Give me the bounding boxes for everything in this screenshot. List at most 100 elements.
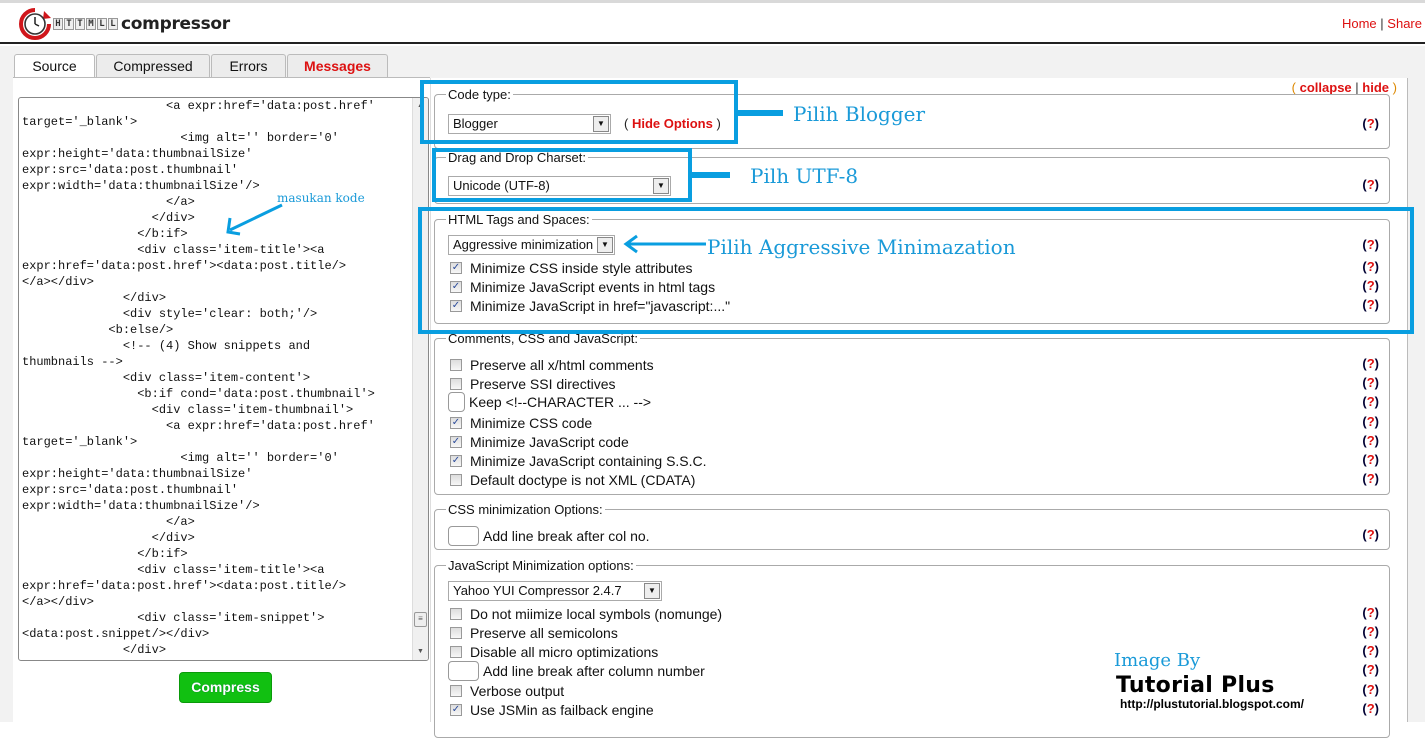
js-line-break-input[interactable] bbox=[448, 661, 479, 681]
checkbox-checked[interactable]: ✓ bbox=[450, 417, 462, 429]
help-icon[interactable]: (?) bbox=[1362, 471, 1379, 486]
help-icon[interactable]: (?) bbox=[1362, 414, 1379, 429]
checkbox-unchecked[interactable] bbox=[450, 474, 462, 486]
dropdown-arrow-icon[interactable]: ▼ bbox=[593, 116, 609, 132]
charset-group: Drag and Drop Charset: Unicode (UTF-8) ▼… bbox=[434, 150, 1390, 204]
source-panel: <a expr:href='data:post.href' target='_b… bbox=[13, 77, 430, 722]
help-icon[interactable]: (?) bbox=[1362, 624, 1379, 639]
top-nav: Home | Share bbox=[1342, 16, 1422, 31]
help-icon[interactable]: (?) bbox=[1362, 605, 1379, 620]
checkbox-unchecked[interactable] bbox=[450, 627, 462, 639]
tab-messages[interactable]: Messages bbox=[287, 54, 388, 77]
help-icon[interactable]: (?) bbox=[1362, 394, 1379, 409]
checkbox-checked[interactable]: ✓ bbox=[450, 436, 462, 448]
checkbox-checked[interactable]: ✓ bbox=[450, 281, 462, 293]
help-icon[interactable]: (?) bbox=[1362, 356, 1379, 371]
css-minimization-group: CSS minimization Options: Add line break… bbox=[434, 502, 1390, 550]
scroll-down-icon[interactable]: ▼ bbox=[413, 644, 428, 660]
options-panel: ( collapse | hide ) Code type: Blogger ▼… bbox=[430, 78, 1408, 738]
help-icon[interactable]: (?) bbox=[1362, 662, 1379, 677]
option-nomunge[interactable]: Do not miimize local symbols (nomunge) bbox=[450, 605, 722, 623]
help-icon[interactable]: (?) bbox=[1362, 259, 1379, 274]
compress-button[interactable]: Compress bbox=[179, 672, 272, 703]
option-label: Add line break after column number bbox=[483, 663, 705, 679]
share-link[interactable]: Share bbox=[1387, 16, 1422, 31]
source-code-textarea[interactable]: <a expr:href='data:post.href' target='_b… bbox=[18, 97, 429, 661]
help-icon[interactable]: (?) bbox=[1362, 116, 1379, 131]
site-header: H T T M L L compressor Home | Share bbox=[0, 3, 1425, 44]
option-doctype-not-xml[interactable]: Default doctype is not XML (CDATA) bbox=[450, 471, 695, 489]
logo-block: M bbox=[86, 18, 96, 30]
option-preserve-comments[interactable]: Preserve all x/html comments bbox=[450, 356, 654, 374]
help-icon[interactable]: (?) bbox=[1362, 237, 1379, 252]
hide-options: ( Hide Options ) bbox=[624, 116, 721, 131]
help-icon[interactable]: (?) bbox=[1362, 375, 1379, 390]
checkbox-unchecked[interactable] bbox=[450, 359, 462, 371]
checkbox-checked[interactable]: ✓ bbox=[450, 704, 462, 716]
checkbox-checked[interactable]: ✓ bbox=[450, 300, 462, 312]
option-minimize-js-href[interactable]: ✓ Minimize JavaScript in href="javascript… bbox=[450, 297, 730, 315]
help-icon[interactable]: (?) bbox=[1362, 452, 1379, 467]
option-label: Minimize CSS inside style attributes bbox=[470, 260, 693, 276]
option-keep-character: Keep <!--CHARACTER ... --> bbox=[448, 392, 651, 412]
help-icon[interactable]: (?) bbox=[1362, 433, 1379, 448]
option-jsmin-fallback[interactable]: ✓ Use JSMin as failback engine bbox=[450, 701, 654, 719]
logo-block: L bbox=[97, 18, 107, 30]
charset-select[interactable]: Unicode (UTF-8) ▼ bbox=[448, 176, 671, 196]
option-disable-micro-opt[interactable]: Disable all micro optimizations bbox=[450, 643, 658, 661]
source-code-text[interactable]: <a expr:href='data:post.href' target='_b… bbox=[19, 98, 411, 658]
home-link[interactable]: Home bbox=[1342, 16, 1377, 31]
dropdown-arrow-icon[interactable]: ▼ bbox=[597, 237, 613, 253]
tab-source[interactable]: Source bbox=[14, 54, 95, 78]
js-compressor-value: Yahoo YUI Compressor 2.4.7 bbox=[453, 583, 622, 598]
option-label: Preserve all semicolons bbox=[470, 625, 618, 641]
html-tags-select[interactable]: Aggressive minimization ▼ bbox=[448, 235, 615, 255]
checkbox-unchecked[interactable] bbox=[450, 685, 462, 697]
checkbox-unchecked[interactable] bbox=[450, 646, 462, 658]
help-icon[interactable]: (?) bbox=[1362, 643, 1379, 658]
source-scrollbar[interactable]: ▲ ≡ ▼ bbox=[412, 98, 428, 660]
hide-options-link[interactable]: Hide Options bbox=[632, 116, 713, 131]
help-icon[interactable]: (?) bbox=[1362, 177, 1379, 192]
tab-errors[interactable]: Errors bbox=[211, 54, 286, 77]
code-type-select[interactable]: Blogger ▼ bbox=[448, 114, 611, 134]
keep-character-input[interactable] bbox=[448, 392, 465, 412]
annotation-pilih-blogger: Pilih Blogger bbox=[793, 102, 926, 126]
checkbox-unchecked[interactable] bbox=[450, 608, 462, 620]
comments-legend: Comments, CSS and JavaScript: bbox=[448, 331, 639, 346]
help-icon[interactable]: (?) bbox=[1362, 278, 1379, 293]
dropdown-arrow-icon[interactable]: ▼ bbox=[644, 583, 660, 599]
help-icon[interactable]: (?) bbox=[1362, 527, 1379, 542]
option-minimize-css-style-attr[interactable]: ✓ Minimize CSS inside style attributes bbox=[450, 259, 693, 277]
option-js-line-break: Add line break after column number bbox=[448, 660, 705, 682]
help-icon[interactable]: (?) bbox=[1362, 701, 1379, 716]
option-label: Use JSMin as failback engine bbox=[470, 702, 654, 718]
help-icon[interactable]: (?) bbox=[1362, 682, 1379, 697]
option-minimize-js[interactable]: ✓ Minimize JavaScript code bbox=[450, 433, 629, 451]
logo-block: H bbox=[53, 18, 63, 30]
charset-value: Unicode (UTF-8) bbox=[453, 178, 550, 193]
option-verbose[interactable]: Verbose output bbox=[450, 682, 564, 700]
html-tags-value: Aggressive minimization bbox=[453, 237, 594, 252]
checkbox-unchecked[interactable] bbox=[450, 378, 462, 390]
help-icon[interactable]: (?) bbox=[1362, 297, 1379, 312]
css-line-break-input[interactable] bbox=[448, 526, 479, 546]
scroll-thumb-grip-icon[interactable]: ≡ bbox=[414, 612, 427, 627]
tab-compressed[interactable]: Compressed bbox=[96, 54, 210, 77]
annotation-pilih-aggressive: Pilih Aggressive Minimazation bbox=[707, 235, 1016, 259]
logo-block: L bbox=[108, 18, 118, 30]
checkbox-checked[interactable]: ✓ bbox=[450, 455, 462, 467]
js-compressor-select[interactable]: Yahoo YUI Compressor 2.4.7 ▼ bbox=[448, 581, 662, 601]
option-preserve-ssi[interactable]: Preserve SSI directives bbox=[450, 375, 616, 393]
clock-icon bbox=[19, 8, 51, 40]
scroll-up-icon[interactable]: ▲ bbox=[413, 98, 428, 114]
watermark-brand: Tutorial Plus bbox=[1116, 673, 1275, 698]
logo[interactable]: H T T M L L compressor bbox=[18, 7, 230, 41]
option-minimize-js-events[interactable]: ✓ Minimize JavaScript events in html tags bbox=[450, 278, 715, 296]
option-minimize-js-ssc[interactable]: ✓ Minimize JavaScript containing S.S.C. bbox=[450, 452, 707, 470]
option-preserve-semicolons[interactable]: Preserve all semicolons bbox=[450, 624, 618, 642]
option-minimize-css[interactable]: ✓ Minimize CSS code bbox=[450, 414, 592, 432]
checkbox-checked[interactable]: ✓ bbox=[450, 262, 462, 274]
dropdown-arrow-icon[interactable]: ▼ bbox=[653, 178, 669, 194]
nav-separator: | bbox=[1380, 16, 1384, 31]
